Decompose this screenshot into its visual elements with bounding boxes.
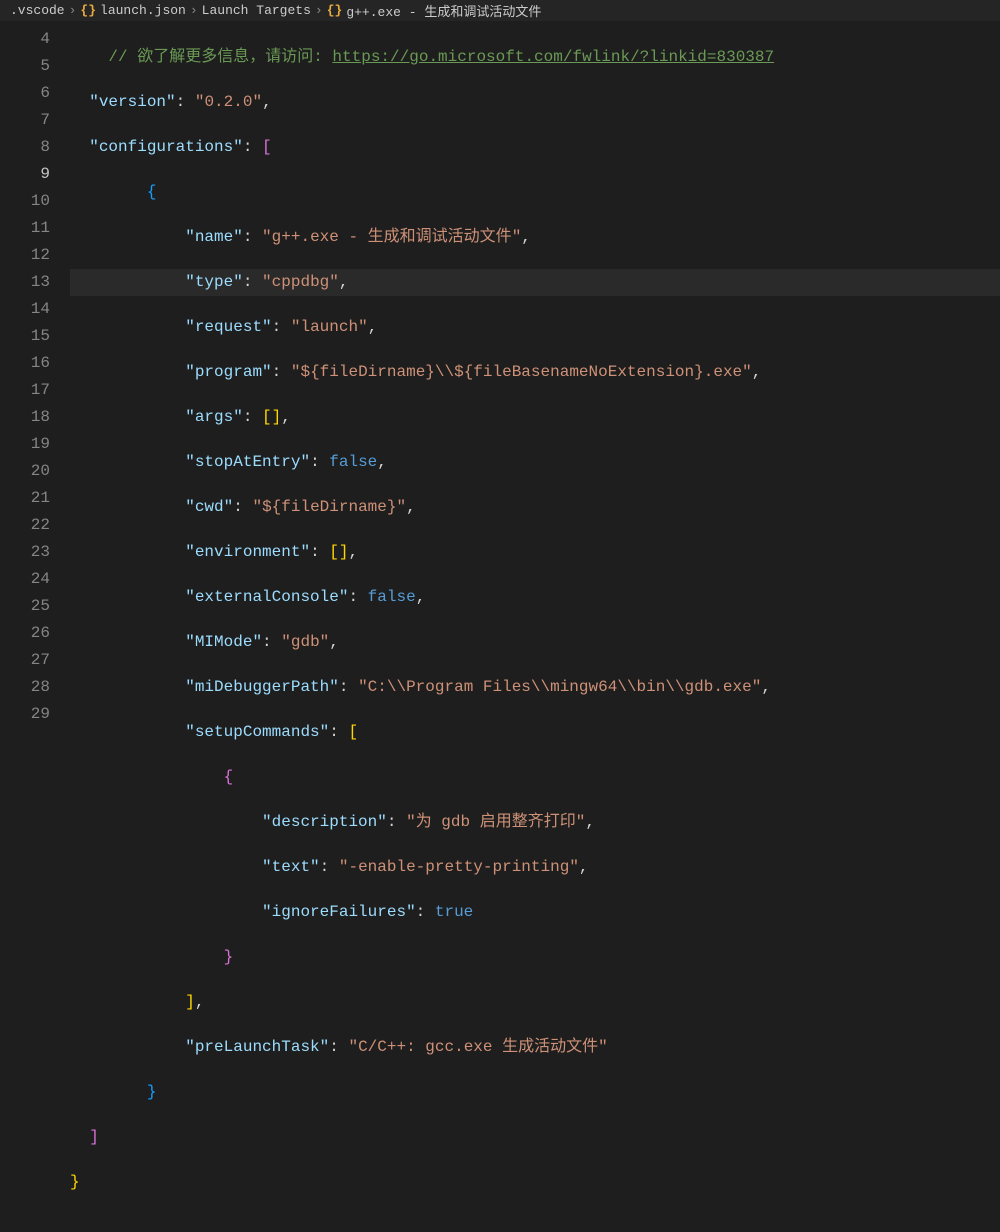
code-line[interactable]: "configurations": [	[70, 134, 1000, 161]
comment-link[interactable]: https://go.microsoft.com/fwlink/?linkid=…	[332, 48, 774, 66]
breadcrumb-folder[interactable]: .vscode	[10, 3, 65, 18]
code-line[interactable]: "description": "为 gdb 启用整齐打印",	[70, 809, 1000, 836]
line-number: 7	[0, 107, 50, 134]
line-number: 25	[0, 593, 50, 620]
code-line[interactable]: "type": "cppdbg",	[70, 269, 1000, 296]
line-number: 14	[0, 296, 50, 323]
line-number: 8	[0, 134, 50, 161]
code-line[interactable]: {	[70, 179, 1000, 206]
code-line[interactable]: "preLaunchTask": "C/C++: gcc.exe 生成活动文件"	[70, 1034, 1000, 1061]
code-line[interactable]: "request": "launch",	[70, 314, 1000, 341]
line-number: 9	[0, 161, 50, 188]
code-line[interactable]: }	[70, 944, 1000, 971]
line-number: 23	[0, 539, 50, 566]
line-number: 16	[0, 350, 50, 377]
code-line[interactable]: }	[70, 1079, 1000, 1106]
code-line[interactable]: "stopAtEntry": false,	[70, 449, 1000, 476]
line-number: 27	[0, 647, 50, 674]
code-line[interactable]: "externalConsole": false,	[70, 584, 1000, 611]
breadcrumb-section[interactable]: Launch Targets	[202, 3, 311, 18]
line-number: 5	[0, 53, 50, 80]
line-number: 24	[0, 566, 50, 593]
code-line[interactable]: "name": "g++.exe - 生成和调试活动文件",	[70, 224, 1000, 251]
code-line[interactable]: "MIMode": "gdb",	[70, 629, 1000, 656]
code-line[interactable]: "environment": [],	[70, 539, 1000, 566]
code-line[interactable]: "text": "-enable-pretty-printing",	[70, 854, 1000, 881]
line-number: 18	[0, 404, 50, 431]
chevron-right-icon: ›	[315, 3, 323, 18]
code-line[interactable]: "setupCommands": [	[70, 719, 1000, 746]
breadcrumb-target[interactable]: g++.exe - 生成和调试活动文件	[346, 1, 541, 20]
code-line[interactable]: "args": [],	[70, 404, 1000, 431]
chevron-right-icon: ›	[69, 3, 77, 18]
line-number: 6	[0, 80, 50, 107]
chevron-right-icon: ›	[190, 3, 198, 18]
code-line[interactable]: // 欲了解更多信息，请访问: https://go.microsoft.com…	[70, 44, 1000, 71]
line-number-gutter: 4 5 6 7 8 9 10 11 12 13 14 15 16 17 18 1…	[0, 22, 70, 728]
line-number: 28	[0, 674, 50, 701]
line-number: 29	[0, 701, 50, 728]
line-number: 22	[0, 512, 50, 539]
line-number: 17	[0, 377, 50, 404]
line-number: 10	[0, 188, 50, 215]
code-line[interactable]: "cwd": "${fileDirname}",	[70, 494, 1000, 521]
json-icon: {}	[327, 3, 343, 18]
line-number: 21	[0, 485, 50, 512]
code-line[interactable]: ]	[70, 1124, 1000, 1151]
line-number: 20	[0, 458, 50, 485]
line-number: 19	[0, 431, 50, 458]
line-number: 11	[0, 215, 50, 242]
code-line[interactable]: {	[70, 764, 1000, 791]
breadcrumb-file[interactable]: launch.json	[100, 3, 186, 18]
breadcrumb[interactable]: .vscode › {} launch.json › Launch Target…	[0, 0, 1000, 22]
line-number: 13	[0, 269, 50, 296]
code-line[interactable]: ],	[70, 989, 1000, 1016]
code-line[interactable]: }	[70, 1169, 1000, 1196]
code-line[interactable]: "ignoreFailures": true	[70, 899, 1000, 926]
line-number: 26	[0, 620, 50, 647]
json-icon: {}	[80, 3, 96, 18]
code-line[interactable]: "program": "${fileDirname}\\${fileBasena…	[70, 359, 1000, 386]
line-number: 15	[0, 323, 50, 350]
code-content[interactable]: // 欲了解更多信息，请访问: https://go.microsoft.com…	[70, 22, 1000, 728]
line-number: 4	[0, 26, 50, 53]
code-editor[interactable]: 4 5 6 7 8 9 10 11 12 13 14 15 16 17 18 1…	[0, 22, 1000, 728]
code-line[interactable]: "miDebuggerPath": "C:\\Program Files\\mi…	[70, 674, 1000, 701]
code-line[interactable]: "version": "0.2.0",	[70, 89, 1000, 116]
line-number: 12	[0, 242, 50, 269]
